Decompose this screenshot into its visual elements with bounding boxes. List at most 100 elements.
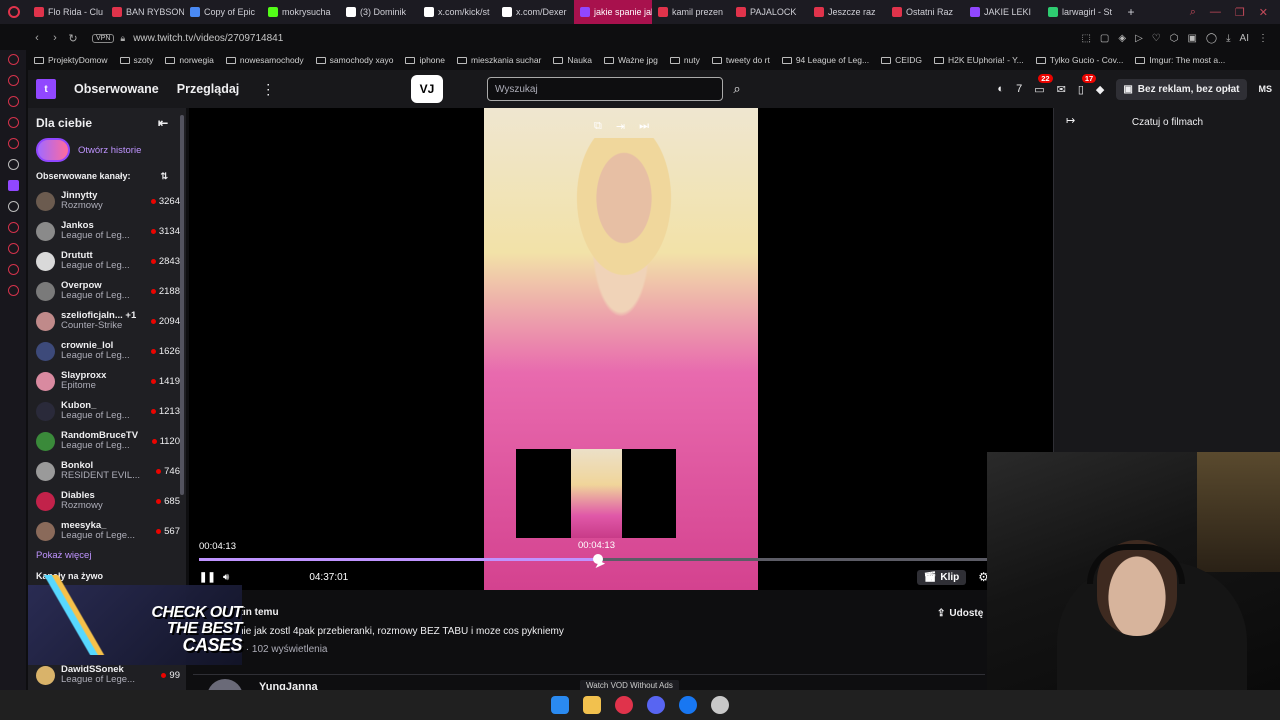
browser-tab[interactable]: Ostatni Raz xyxy=(886,0,964,24)
bookmark-item[interactable]: CEIDG xyxy=(881,55,922,65)
browser-tab[interactable]: kamil prezen xyxy=(652,0,730,24)
browser-tab[interactable]: larwagirl - St xyxy=(1042,0,1120,24)
sidebar-scrollbar[interactable] xyxy=(180,115,184,495)
extensions-icon[interactable]: ⬡ xyxy=(1170,33,1179,44)
sidebar-channel[interactable]: RandomBruceTV League of Leg... 1120 xyxy=(28,426,186,456)
opera-logo-icon[interactable] xyxy=(0,0,28,24)
user-avatar[interactable]: MS xyxy=(1259,84,1273,94)
shield-icon[interactable]: ◈ xyxy=(1118,33,1126,44)
clip-button[interactable]: 🎬︎ Klip xyxy=(916,569,967,585)
bookmark-icon[interactable]: ⬚ xyxy=(1081,33,1090,44)
history-icon[interactable] xyxy=(7,75,19,86)
bookmark-item[interactable]: Ważne jpg xyxy=(603,55,658,65)
more-menu-icon[interactable]: ⋮ xyxy=(261,81,275,98)
sidebar-channel[interactable]: Diables Rozmowy 685 xyxy=(28,486,186,516)
browser-tab[interactable]: jakie spanie jak zos xyxy=(574,0,652,24)
snapshot-icon[interactable]: ▢ xyxy=(1100,33,1109,44)
bookmark-item[interactable]: Nauka xyxy=(553,55,592,65)
twitch-icon[interactable] xyxy=(7,180,19,191)
bookmark-item[interactable]: 94 League of Leg... xyxy=(781,55,869,65)
pin-icon[interactable] xyxy=(7,243,19,254)
windows-start-icon[interactable] xyxy=(551,696,569,714)
instagram-icon[interactable] xyxy=(7,117,19,128)
maximize-button[interactable]: ❐ xyxy=(1235,6,1245,19)
browser-tab[interactable]: Jeszcze raz xyxy=(808,0,886,24)
bookmark-item[interactable]: mieszkania suchar xyxy=(457,55,541,65)
sidebar-channel[interactable]: Overpow League of Leg... 2188 xyxy=(28,276,186,306)
sidebar-channel[interactable]: szelioficjaln... +1 Counter-Strike 2094 xyxy=(28,306,186,336)
play-icon[interactable]: ▷ xyxy=(1135,33,1143,44)
file-explorer-icon[interactable] xyxy=(583,696,601,714)
sort-icon[interactable]: ⇅ xyxy=(160,171,168,182)
browser-tab[interactable]: x.com/kick/st xyxy=(418,0,496,24)
sidebar-channel[interactable]: Jankos League of Leg... 3134 xyxy=(28,216,186,246)
settings-icon[interactable] xyxy=(7,285,19,296)
chatgpt-icon[interactable] xyxy=(7,159,19,170)
video-player[interactable]: ⧉ ⇥ ⏭ 00:04:13 00:04:13 ➤ ❚❚ 🔊︎ 04:37:01… xyxy=(189,108,1053,590)
sidebar-channel[interactable]: meesyka_ League of Lege... 567 xyxy=(28,516,186,546)
sidebar-channel[interactable]: Kubon_ League of Leg... 1213 xyxy=(28,396,186,426)
sidebar-channel[interactable]: crownie_lol League of Leg... 1626 xyxy=(28,336,186,366)
bits-icon[interactable]: ◆ xyxy=(1096,83,1104,96)
search-icon[interactable]: ⌕ xyxy=(725,77,749,101)
url-field[interactable]: www.twitch.tv/videos/2709714841 xyxy=(133,33,283,44)
profile-icon[interactable]: ◯ xyxy=(1206,33,1217,44)
popout-icon[interactable]: ⇥ xyxy=(616,120,625,133)
opera-taskbar-icon[interactable] xyxy=(615,696,633,714)
search-input[interactable]: Wyszukaj xyxy=(487,77,723,101)
lock-icon[interactable]: 🔒︎ xyxy=(120,33,125,44)
seventv-icon[interactable]: 7 xyxy=(1016,83,1022,95)
sidebar-channel[interactable]: Slayproxx Epitome 1419 xyxy=(28,366,186,396)
twitch-logo-icon[interactable]: t xyxy=(36,79,56,99)
bookmark-item[interactable]: nuty xyxy=(669,55,700,65)
close-button[interactable]: ✕ xyxy=(1259,6,1268,19)
bookmark-item[interactable]: nowesamochody xyxy=(225,55,304,65)
browser-tab[interactable]: Flo Rida - Clu xyxy=(28,0,106,24)
ai-button[interactable]: AI xyxy=(1240,33,1249,44)
bag-icon[interactable] xyxy=(7,96,19,107)
vod-extension-logo-icon[interactable]: VJ xyxy=(411,75,443,103)
sidebar-channel[interactable]: Jinnytty Rozmowy 3264 xyxy=(28,186,186,216)
extension-icon[interactable]: ◐ xyxy=(997,83,1004,95)
bookmark-item[interactable]: samochody xayo xyxy=(315,55,393,65)
bookmark-item[interactable]: szoty xyxy=(119,55,153,65)
vpn-badge[interactable]: VPN xyxy=(92,33,115,43)
clock-icon[interactable] xyxy=(7,222,19,233)
gmail-icon[interactable] xyxy=(7,138,19,149)
story-avatar[interactable] xyxy=(36,138,70,162)
bookmark-item[interactable]: norwegia xyxy=(165,55,214,65)
person-icon[interactable] xyxy=(7,264,19,275)
stories-row[interactable]: Otwórz historie xyxy=(28,130,186,162)
browser-tab[interactable]: x.com/Dexer xyxy=(496,0,574,24)
sidebar-channel-last[interactable]: DawidSSonek League of Lege... 99 xyxy=(28,660,186,690)
whispers-icon[interactable]: ✉ xyxy=(1057,83,1066,96)
browser-tab[interactable]: JAKIE LEKI xyxy=(964,0,1042,24)
pip-icon[interactable]: ⧉ xyxy=(594,120,602,133)
sidebar-channel[interactable]: Drututt League of Leg... 2843 xyxy=(28,246,186,276)
bookmark-item[interactable]: H2K EUphoria! - Y... xyxy=(934,55,1024,65)
notifications-icon[interactable]: ▭ 22 xyxy=(1034,73,1053,96)
minimize-button[interactable]: — xyxy=(1210,6,1221,19)
search-tabs-icon[interactable]: ⌕ xyxy=(1190,6,1196,19)
download-icon[interactable]: ⤓ xyxy=(1226,33,1230,44)
collapse-sidebar-icon[interactable]: ⇤ xyxy=(158,116,168,130)
skip-icon[interactable]: ⏭ xyxy=(639,120,649,133)
messenger-icon[interactable] xyxy=(7,54,19,65)
inbox-icon[interactable]: ▯ 17 xyxy=(1078,73,1097,96)
stories-label[interactable]: Otwórz historie xyxy=(78,145,141,156)
bookmark-item[interactable]: tweety do rt xyxy=(711,55,770,65)
browser-tab[interactable]: mokrysucha xyxy=(262,0,340,24)
ad-free-button[interactable]: ▣ Bez reklam, bez opłat xyxy=(1116,78,1247,100)
bookmark-item[interactable]: ProjektyDomow xyxy=(34,55,108,65)
browser-tab[interactable]: PAJALOCK xyxy=(730,0,808,24)
heart-icon[interactable]: ♡ xyxy=(1152,33,1161,44)
back-icon[interactable]: ‹ xyxy=(28,32,46,44)
wallet-icon[interactable]: ▣ xyxy=(1187,33,1196,44)
nav-browse[interactable]: Przeglądaj xyxy=(177,82,240,96)
menu-icon[interactable]: ⋮ xyxy=(1258,33,1268,44)
show-more-link[interactable]: Pokaż więcej xyxy=(28,546,186,565)
x-icon[interactable] xyxy=(7,201,19,212)
forward-icon[interactable]: › xyxy=(46,32,64,44)
discord-icon[interactable] xyxy=(647,696,665,714)
reload-icon[interactable]: ↻ xyxy=(64,32,82,45)
